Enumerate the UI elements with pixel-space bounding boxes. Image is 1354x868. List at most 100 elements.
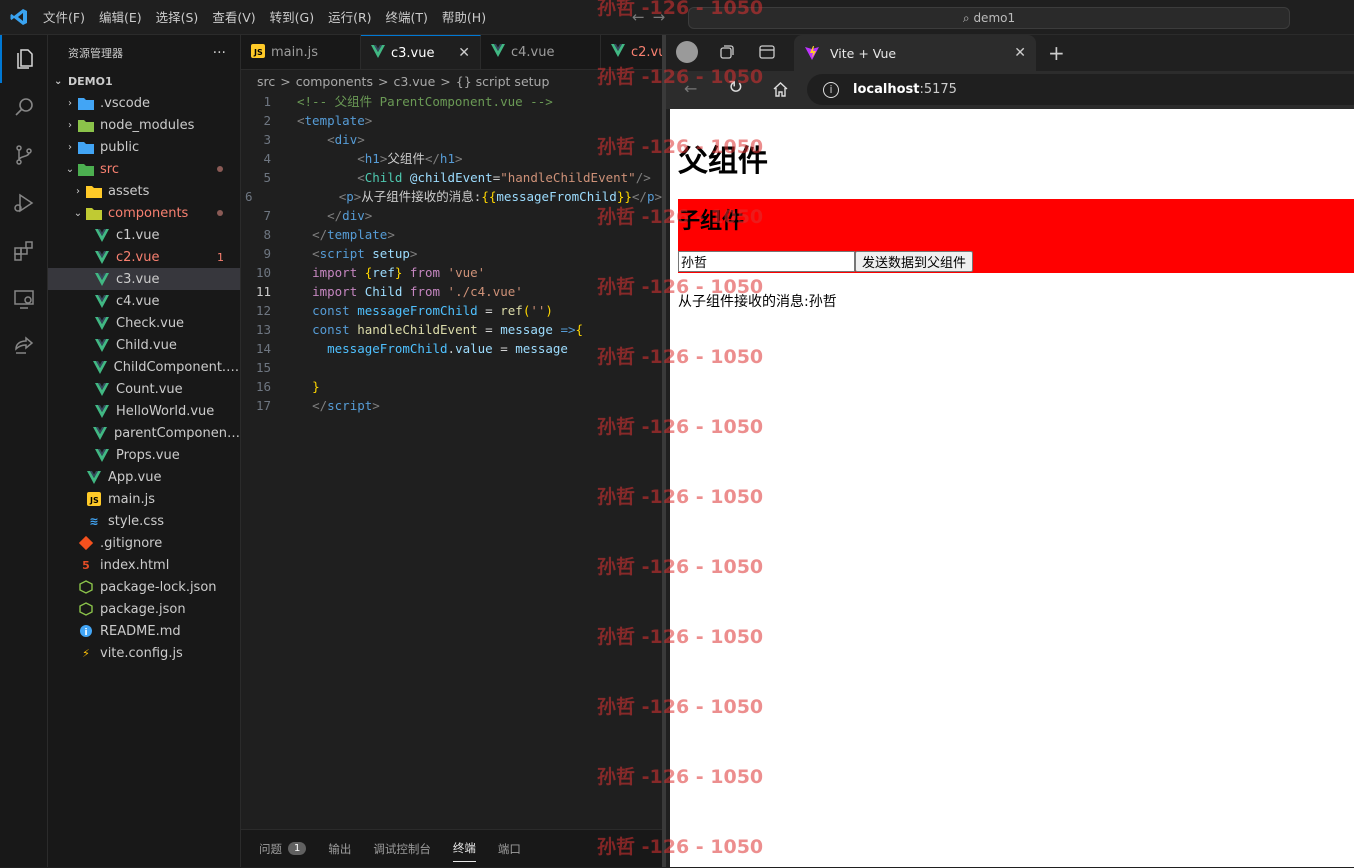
git-icon (78, 535, 94, 551)
tree-item[interactable]: Check.vue (48, 312, 240, 334)
menu-item[interactable]: 终端(T) (379, 0, 435, 35)
tree-item[interactable]: package-lock.json (48, 576, 240, 598)
nav-arrows[interactable]: ←→ (632, 8, 673, 26)
breadcrumb-item[interactable]: src (257, 74, 275, 89)
vite-icon: ⚡ (82, 646, 90, 660)
tree-item[interactable]: package.json (48, 598, 240, 620)
tree-item[interactable]: ⌄ src (48, 158, 240, 180)
code-text: messageFromChild.value = message (283, 339, 568, 358)
tree-item[interactable]: 5 index.html (48, 554, 240, 576)
menu-item[interactable]: 选择(S) (149, 0, 206, 35)
back-icon[interactable]: ← (684, 79, 697, 98)
menu-item[interactable]: 文件(F) (36, 0, 92, 35)
code-token: </ (312, 398, 328, 413)
breadcrumb-item[interactable]: c3.vue (393, 74, 435, 89)
code-editor[interactable]: 1 <!-- 父组件 ParentComponent.vue --> 2 <templ… (241, 92, 662, 415)
menu-item[interactable]: 编辑(E) (92, 0, 149, 35)
line-number: 10 (255, 265, 271, 280)
editor-tab[interactable]: JS main.js (241, 35, 361, 69)
panel-tab[interactable]: 输出 (328, 830, 351, 868)
breadcrumb-item[interactable]: components (296, 74, 373, 89)
forward-arrow-icon[interactable]: → (653, 8, 674, 26)
page-viewport: 父组件 子组件 发送数据到父组件 从子组件接收的消息:孙哲 (670, 109, 1354, 867)
editor-tab[interactable]: c4.vue (481, 35, 601, 69)
tree-item[interactable]: Child.vue (48, 334, 240, 356)
menu-item[interactable]: 帮助(H) (435, 0, 493, 35)
tree-item[interactable]: Count.vue (48, 378, 240, 400)
panel-tab[interactable]: 终端 (452, 836, 476, 862)
tree-item[interactable]: App.vue (48, 466, 240, 488)
menu-item[interactable]: 查看(V) (205, 0, 262, 35)
run-debug-icon[interactable] (0, 179, 48, 227)
problem-badge: 1 (288, 842, 307, 855)
tree-item[interactable]: HelloWorld.vue (48, 400, 240, 422)
command-center[interactable]: ⌕ demo1 (688, 7, 1290, 29)
tree-item[interactable]: › assets (48, 180, 240, 202)
tree-item[interactable]: ⚡ vite.config.js (48, 642, 240, 664)
menu-item[interactable]: 转到(G) (263, 0, 321, 35)
tree-item[interactable]: c1.vue (48, 224, 240, 246)
live-share-icon[interactable] (0, 323, 48, 371)
tree-item[interactable]: › .vscode (48, 92, 240, 114)
explorer-icon[interactable] (0, 35, 48, 83)
tree-item[interactable]: › public (48, 136, 240, 158)
tree-item[interactable]: JS main.js (48, 488, 240, 510)
tree-item[interactable]: Props.vue (48, 444, 240, 466)
remote-explorer-icon[interactable] (0, 275, 48, 323)
close-icon[interactable]: ✕ (448, 45, 470, 61)
send-to-parent-button[interactable]: 发送数据到父组件 (855, 251, 974, 272)
tree-item[interactable]: parentComponent.... (48, 422, 240, 444)
menu-item[interactable]: 运行(R) (321, 0, 378, 35)
tree-item[interactable]: i README.md (48, 620, 240, 642)
new-tab-button[interactable]: + (1048, 41, 1065, 65)
panel-tab[interactable]: 调试控制台 (373, 830, 431, 868)
code-token: </ (424, 151, 440, 166)
profile-avatar[interactable] (676, 41, 698, 63)
code-line: 6 <p>从子组件接收的消息:{{messageFromChild}}</p> (241, 187, 662, 206)
code-text: <h1>父组件</h1> (283, 149, 462, 168)
search-icon[interactable] (0, 83, 48, 131)
tree-item-label: main.js (108, 491, 155, 507)
tree-item[interactable]: c4.vue (48, 290, 240, 312)
editor-tab[interactable]: c3.vue ✕ (361, 35, 481, 69)
more-actions-icon[interactable]: ··· (213, 45, 226, 61)
code-token: > (364, 113, 373, 128)
tree-item[interactable]: › node_modules (48, 114, 240, 136)
message-input[interactable] (678, 251, 855, 272)
address-bar[interactable]: i localhost:5175 (807, 74, 1354, 105)
code-line: 3 <div> (241, 130, 662, 149)
tree-item[interactable]: ⌄ components (48, 202, 240, 224)
workspaces-icon[interactable] (718, 43, 736, 61)
vue-file-icon (94, 249, 110, 265)
tree-item[interactable]: .gitignore (48, 532, 240, 554)
breadcrumb-item[interactable]: {} script setup (456, 74, 550, 89)
node-json-icon (78, 579, 94, 595)
code-line: 16 } (241, 377, 662, 396)
workspace-root[interactable]: ⌄ DEMO1 (48, 70, 240, 92)
site-info-icon[interactable]: i (823, 81, 839, 98)
tree-item[interactable]: ChildComponent.vue (48, 356, 240, 378)
refresh-icon[interactable]: ↻ (728, 77, 743, 98)
search-icon: ⌕ (962, 11, 974, 25)
breadcrumb-separator: > (440, 73, 451, 89)
panel-tab-label: 终端 (452, 841, 476, 855)
extensions-icon[interactable] (0, 227, 48, 275)
editor-tab[interactable]: c2.vue (601, 35, 662, 69)
browser-tab[interactable]: Vite + Vue ✕ (794, 35, 1036, 71)
vertical-tabs-icon[interactable] (758, 43, 776, 61)
home-icon[interactable] (772, 81, 789, 98)
tree-item-label: c4.vue (116, 293, 160, 309)
tree-item[interactable]: c2.vue 1 (48, 246, 240, 268)
code-token: > (409, 246, 418, 261)
close-tab-icon[interactable]: ✕ (1014, 45, 1026, 61)
panel-tab[interactable]: 问题 1 (259, 830, 307, 868)
code-token: value (455, 341, 493, 356)
vue-file-icon (94, 337, 110, 353)
tree-item[interactable]: ≋ style.css (48, 510, 240, 532)
tree-item[interactable]: c3.vue (48, 268, 240, 290)
back-arrow-icon[interactable]: ← (632, 8, 653, 26)
source-control-icon[interactable] (0, 131, 48, 179)
panel-tab[interactable]: 端口 (498, 830, 521, 868)
